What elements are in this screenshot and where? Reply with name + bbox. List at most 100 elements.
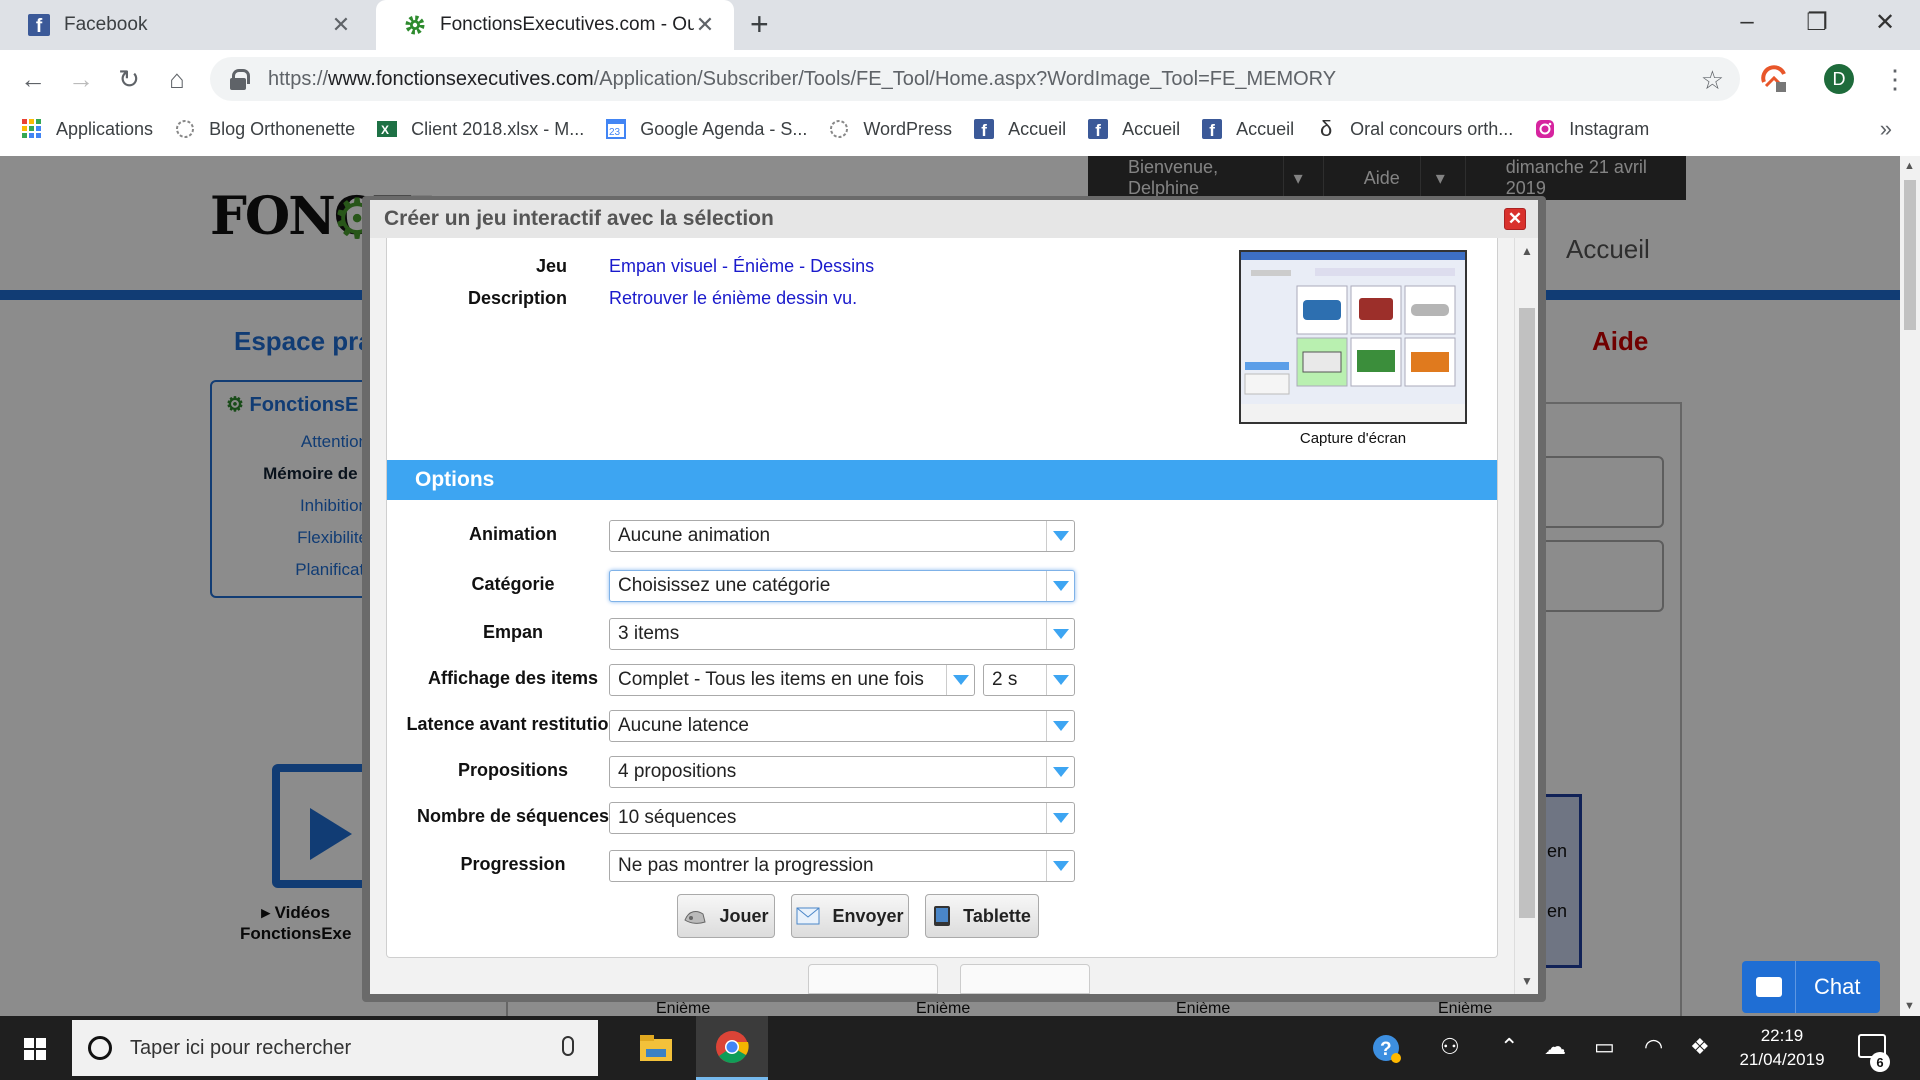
- create-game-dialog: Créer un jeu interactif avec la sélectio…: [362, 196, 1546, 1002]
- address-bar[interactable]: https://www.fonctionsexecutives.com/Appl…: [210, 57, 1740, 101]
- tab-title: FonctionsExecutives.com - Outils: [440, 14, 694, 35]
- taskbar-search[interactable]: Taper ici pour rechercher: [72, 1020, 598, 1076]
- window-close-icon[interactable]: ✕: [1850, 0, 1920, 44]
- description-label: Description: [467, 288, 567, 308]
- page-scrollbar[interactable]: ▲ ▼: [1900, 156, 1920, 1016]
- bookmark-calendar[interactable]: 23 Google Agenda - S...: [606, 119, 807, 140]
- bookmarks-bar: Applications Blog Orthonenette X Client …: [0, 108, 1920, 150]
- extension-icon[interactable]: [1760, 64, 1790, 94]
- send-button[interactable]: Envoyer: [791, 894, 909, 938]
- forward-icon[interactable]: →: [64, 62, 98, 96]
- menu-icon[interactable]: ⋮: [1882, 64, 1908, 95]
- play-button[interactable]: Jouer: [677, 894, 775, 938]
- microphone-icon[interactable]: [562, 1036, 574, 1056]
- instagram-icon: [1535, 119, 1555, 139]
- tab-facebook[interactable]: f Facebook ✕: [0, 0, 370, 50]
- dropbox-icon[interactable]: ❖: [1690, 1034, 1710, 1060]
- bookmark-blog[interactable]: Blog Orthonenette: [175, 119, 355, 140]
- taskbar-clock[interactable]: 22:19 21/04/2019: [1730, 1024, 1834, 1072]
- duration-select[interactable]: 2 s: [983, 664, 1075, 696]
- bookmark-instagram[interactable]: Instagram: [1535, 119, 1649, 140]
- affichage-select[interactable]: Complet - Tous les items en une fois: [609, 664, 975, 696]
- bookmark-star-icon[interactable]: ☆: [1701, 65, 1724, 96]
- profile-avatar[interactable]: D: [1824, 64, 1854, 94]
- description-value: Retrouver le énième dessin vu.: [609, 288, 858, 308]
- people-icon[interactable]: ⚇: [1440, 1034, 1460, 1060]
- empan-label: Empan: [482, 622, 543, 642]
- close-tab-icon[interactable]: ✕: [694, 12, 716, 38]
- screenshot-caption: Capture d'écran: [1299, 430, 1407, 447]
- battery-icon[interactable]: ▭: [1594, 1034, 1615, 1060]
- latence-label: Latence avant restitution: [406, 714, 620, 734]
- chrome-icon[interactable]: [696, 1016, 768, 1080]
- scroll-up-icon[interactable]: ▲: [1521, 244, 1533, 258]
- bookmark-accueil-1[interactable]: f Accueil: [974, 119, 1066, 140]
- help-tray-icon[interactable]: ?: [1372, 1034, 1402, 1070]
- latence-select[interactable]: Aucune latence: [609, 710, 1075, 742]
- categorie-label: Catégorie: [471, 574, 555, 594]
- gear-icon: [404, 14, 426, 36]
- new-tab-button[interactable]: +: [750, 6, 769, 43]
- chevron-down-icon: [946, 665, 974, 695]
- svg-text:X: X: [381, 123, 389, 137]
- animation-select[interactable]: Aucune animation: [609, 520, 1075, 552]
- browser-tab-strip: f Facebook ✕ FonctionsExecutives.com - O…: [0, 0, 1920, 50]
- svg-text:?: ?: [1380, 1039, 1392, 1060]
- facebook-icon: f: [974, 119, 995, 139]
- bookmark-oral-concours[interactable]: δ Oral concours orth...: [1316, 116, 1513, 141]
- game-settings-panel: Jeu Empan visuel - Énième - Dessins Desc…: [386, 238, 1498, 958]
- facebook-icon: f: [28, 14, 50, 36]
- reload-icon[interactable]: ↻: [112, 62, 146, 96]
- home-icon[interactable]: ⌂: [160, 62, 194, 96]
- chat-button[interactable]: Chat: [1742, 961, 1880, 1013]
- dialog-scroll-thumb[interactable]: [1519, 308, 1535, 918]
- tab-title: Facebook: [64, 14, 148, 35]
- minimize-icon[interactable]: –: [1712, 0, 1782, 44]
- tablet-button[interactable]: Tablette: [925, 894, 1039, 938]
- calendar-icon: 23: [606, 119, 627, 139]
- animation-label: Animation: [469, 524, 557, 544]
- empan-select[interactable]: 3 items: [609, 618, 1075, 650]
- chevron-down-icon: [1046, 665, 1074, 695]
- chat-bubble-icon: [1742, 961, 1796, 1013]
- categorie-select[interactable]: Choisissez une catégorie: [609, 570, 1075, 602]
- bookmark-wordpress[interactable]: WordPress: [829, 119, 952, 140]
- bookmarks-overflow-icon[interactable]: »: [1880, 116, 1892, 142]
- tablet-icon: [933, 905, 951, 927]
- file-explorer-icon[interactable]: [620, 1016, 692, 1080]
- url-text: https://www.fonctionsexecutives.com/Appl…: [268, 67, 1337, 90]
- windows-taskbar: Taper ici pour rechercher ? ⚇ ⌃ ☁ ▭ ◠ ❖ …: [0, 1016, 1920, 1080]
- hidden-tab: [808, 964, 938, 994]
- tab-fonctionsexecutives[interactable]: FonctionsExecutives.com - Outils ✕: [376, 0, 734, 50]
- game-screenshot[interactable]: [1239, 250, 1467, 424]
- bookmark-applications[interactable]: Applications: [22, 119, 153, 140]
- game-value: Empan visuel - Énième - Dessins: [609, 256, 875, 276]
- scroll-down-icon[interactable]: ▼: [1904, 1000, 1915, 1012]
- propositions-select[interactable]: 4 propositions: [609, 756, 1075, 788]
- wifi-icon[interactable]: ◠: [1644, 1034, 1663, 1060]
- scroll-down-icon[interactable]: ▼: [1521, 974, 1533, 988]
- bookmark-accueil-2[interactable]: f Accueil: [1088, 119, 1180, 140]
- apps-grid-icon: [22, 119, 42, 139]
- scroll-up-icon[interactable]: ▲: [1904, 160, 1915, 172]
- dialog-title: Créer un jeu interactif avec la sélectio…: [384, 207, 774, 230]
- bookmark-excel[interactable]: X Client 2018.xlsx - M...: [377, 119, 584, 140]
- chevron-down-icon: [1046, 803, 1074, 833]
- page-scroll-thumb[interactable]: [1904, 180, 1916, 330]
- progression-select[interactable]: Ne pas montrer la progression: [609, 850, 1075, 882]
- dialog-close-icon[interactable]: ✕: [1504, 208, 1526, 230]
- sequences-select[interactable]: 10 séquences: [609, 802, 1075, 834]
- facebook-icon: f: [1202, 119, 1223, 139]
- svg-text:23: 23: [609, 127, 621, 138]
- bookmark-accueil-3[interactable]: f Accueil: [1202, 119, 1294, 140]
- close-tab-icon[interactable]: ✕: [330, 12, 352, 38]
- options-header: Options: [387, 460, 1497, 500]
- back-icon[interactable]: ←: [16, 62, 50, 96]
- restore-icon[interactable]: ❐: [1782, 0, 1852, 44]
- chevron-down-icon: [1046, 571, 1074, 601]
- windows-start-icon[interactable]: [24, 1038, 46, 1060]
- onedrive-icon[interactable]: ☁: [1544, 1034, 1566, 1060]
- hidden-tab: [960, 964, 1090, 994]
- dialog-scrollbar[interactable]: ▲ ▼: [1514, 238, 1538, 994]
- tray-chevron-up-icon[interactable]: ⌃: [1500, 1034, 1518, 1060]
